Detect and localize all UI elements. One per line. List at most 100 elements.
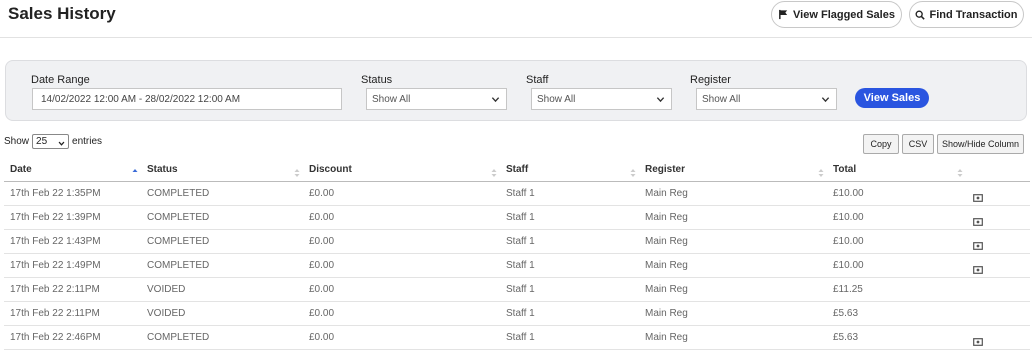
entries-label: entries (72, 136, 103, 147)
cell-staff: Staff 1 (506, 308, 535, 319)
cell-total: £10.00 (833, 188, 864, 199)
cell-staff: Staff 1 (506, 236, 535, 247)
sort-icon[interactable] (818, 165, 824, 183)
view-sales-button[interactable]: View Sales (855, 88, 929, 108)
cell-staff: Staff 1 (506, 260, 535, 271)
column-header-staff[interactable]: Staff (506, 164, 528, 175)
cell-staff: Staff 1 (506, 332, 535, 343)
staff-label: Staff (526, 74, 549, 86)
chevron-down-icon (58, 139, 65, 150)
find-transaction-label: Find Transaction (929, 8, 1018, 21)
cell-total: £11.25 (833, 284, 863, 295)
csv-button[interactable]: CSV (902, 134, 934, 154)
cell-date: 17th Feb 22 2:11PM (10, 284, 100, 295)
cell-discount: £0.00 (309, 236, 335, 247)
cell-total: £5.63 (833, 332, 859, 343)
column-header-discount[interactable]: Discount (309, 164, 352, 175)
find-transaction-button[interactable]: Find Transaction (909, 1, 1024, 28)
cell-status: COMPLETED (147, 260, 210, 271)
cell-discount: £0.00 (309, 260, 335, 271)
date-range-input[interactable]: 14/02/2022 12:00 AM - 28/02/2022 12:00 A… (32, 88, 342, 110)
cell-status: VOIDED (147, 284, 186, 295)
cell-discount: £0.00 (309, 332, 335, 343)
register-label: Register (690, 74, 731, 86)
flag-icon (778, 9, 789, 20)
cell-status: COMPLETED (147, 236, 210, 247)
cell-register: Main Reg (645, 212, 688, 223)
column-header-status[interactable]: Status (147, 164, 178, 175)
show-hide-column-button[interactable]: Show/Hide Column (937, 134, 1024, 154)
cell-discount: £0.00 (309, 308, 335, 319)
cell-total: £10.00 (833, 236, 864, 247)
cell-register: Main Reg (645, 188, 688, 199)
receipt-icon[interactable] (973, 261, 983, 279)
table-row[interactable]: 17th Feb 22 1:49PM COMPLETED £0.00 Staff… (4, 254, 1030, 278)
receipt-icon[interactable] (973, 213, 983, 231)
register-select-value: Show All (702, 93, 741, 105)
view-flagged-sales-label: View Flagged Sales (793, 8, 895, 21)
receipt-icon[interactable] (973, 237, 983, 255)
cell-staff: Staff 1 (506, 212, 535, 223)
table-row[interactable]: 17th Feb 22 1:39PM COMPLETED £0.00 Staff… (4, 206, 1030, 230)
status-select-value: Show All (372, 93, 411, 105)
cell-date: 17th Feb 22 1:49PM (10, 260, 101, 271)
cell-discount: £0.00 (309, 212, 335, 223)
cell-date: 17th Feb 22 2:11PM (10, 308, 100, 319)
staff-select-value: Show All (537, 93, 576, 105)
column-header-total[interactable]: Total (833, 164, 856, 175)
entries-select-value: 25 (36, 136, 48, 147)
cell-register: Main Reg (645, 260, 688, 271)
cell-register: Main Reg (645, 308, 688, 319)
view-flagged-sales-button[interactable]: View Flagged Sales (771, 1, 902, 28)
table-row[interactable]: 17th Feb 22 2:46PM COMPLETED £0.00 Staff… (4, 326, 1030, 350)
cell-register: Main Reg (645, 332, 688, 343)
show-label: Show (4, 136, 30, 147)
table-row[interactable]: 17th Feb 22 1:35PM COMPLETED £0.00 Staff… (4, 182, 1030, 206)
cell-staff: Staff 1 (506, 284, 535, 295)
cell-register: Main Reg (645, 284, 688, 295)
table-row[interactable]: 17th Feb 22 1:43PM COMPLETED £0.00 Staff… (4, 230, 1030, 254)
cell-discount: £0.00 (309, 188, 335, 199)
cell-staff: Staff 1 (506, 188, 535, 199)
cell-date: 17th Feb 22 2:46PM (10, 332, 101, 343)
column-header-register[interactable]: Register (645, 164, 685, 175)
show-entries-control: Show 25 entries (4, 134, 102, 149)
sort-icon[interactable] (630, 165, 636, 183)
cell-total: £10.00 (833, 212, 864, 223)
column-header-date[interactable]: Date (10, 164, 32, 175)
chevron-down-icon (491, 95, 500, 107)
table-header: Date Status Discount Staff Register Tota… (4, 159, 1030, 182)
sort-icon[interactable] (294, 165, 300, 183)
cell-status: VOIDED (147, 308, 186, 319)
page-title: Sales History (8, 4, 116, 23)
cell-discount: £0.00 (309, 284, 335, 295)
cell-date: 17th Feb 22 1:35PM (10, 188, 101, 199)
status-select[interactable]: Show All (366, 88, 507, 110)
copy-button[interactable]: Copy (863, 134, 899, 154)
search-icon (915, 10, 926, 20)
cell-status: COMPLETED (147, 188, 210, 199)
filter-panel: Date Range 14/02/2022 12:00 AM - 28/02/2… (5, 60, 1027, 121)
sort-ascending-icon[interactable] (132, 165, 138, 183)
staff-select[interactable]: Show All (531, 88, 672, 110)
cell-total: £5.63 (833, 308, 859, 319)
sort-icon[interactable] (491, 165, 497, 183)
cell-date: 17th Feb 22 1:43PM (10, 236, 101, 247)
table-row[interactable]: 17th Feb 22 2:11PM VOIDED £0.00 Staff 1 … (4, 302, 1030, 326)
page-header: Sales History View Flagged Sales Find Tr… (0, 0, 1032, 38)
entries-select[interactable]: 25 (32, 134, 70, 150)
register-select[interactable]: Show All (696, 88, 837, 110)
date-range-label: Date Range (31, 74, 90, 86)
cell-register: Main Reg (645, 236, 688, 247)
cell-status: COMPLETED (147, 332, 210, 343)
chevron-down-icon (656, 95, 665, 107)
sort-icon[interactable] (957, 165, 963, 183)
chevron-down-icon (821, 95, 830, 107)
status-label: Status (361, 74, 393, 86)
cell-status: COMPLETED (147, 212, 210, 223)
cell-date: 17th Feb 22 1:39PM (10, 212, 101, 223)
table-row[interactable]: 17th Feb 22 2:11PM VOIDED £0.00 Staff 1 … (4, 278, 1030, 302)
cell-total: £10.00 (833, 260, 864, 271)
receipt-icon[interactable] (973, 189, 983, 207)
receipt-icon[interactable] (973, 333, 983, 351)
